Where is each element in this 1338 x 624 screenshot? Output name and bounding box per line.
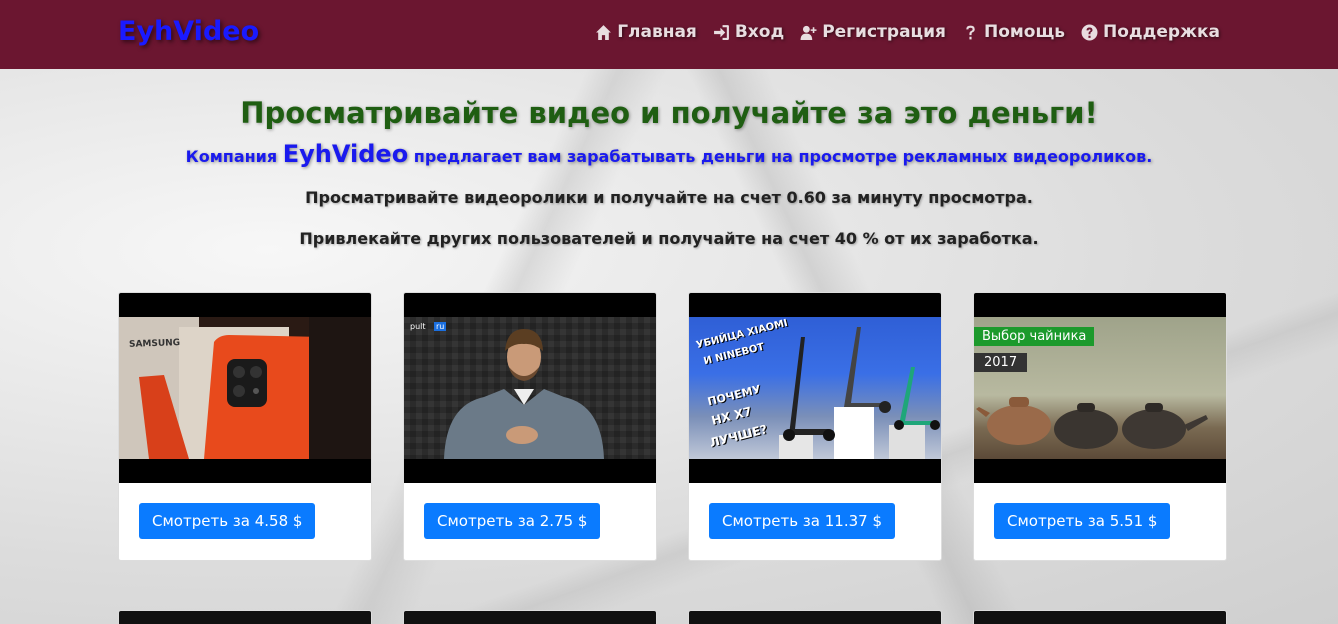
- video-card: [118, 610, 372, 624]
- video-thumbnail: УБИЙЦА XIAOMI И NINEBOT ПОЧЕМУ HX X7 ЛУЧ…: [689, 317, 941, 459]
- watch-video-button[interactable]: Смотреть за 5.51 $: [994, 503, 1171, 539]
- nav-item-login[interactable]: Вход: [713, 22, 784, 42]
- video-card: SAMSUNG Смотреть за 4.58 $: [118, 292, 372, 561]
- nav-item-label: Вход: [734, 22, 785, 42]
- video-grid-row-2: [118, 610, 1227, 624]
- video-player[interactable]: pult ru: [404, 293, 656, 483]
- main-content: Просматривайте видео и получайте за это …: [0, 69, 1338, 624]
- video-card: pult ru Смотреть за 2.75 $: [403, 292, 657, 561]
- thumb-text: SAMSUNG: [128, 338, 181, 350]
- thumb-text: Выбор чайника: [974, 327, 1095, 346]
- company-tagline: Компания EyhVideo предлагает вам зарабат…: [0, 140, 1338, 168]
- video-thumbnail: Выбор чайника 2017: [974, 317, 1226, 459]
- video-card: [688, 610, 942, 624]
- home-icon: [596, 24, 612, 40]
- question-icon: [966, 25, 975, 39]
- navbar: EyhVideo Главная Вход Регистрация Помощь…: [0, 0, 1338, 69]
- video-card: Выбор чайника 2017 Смотреть за 5.51 $: [973, 292, 1227, 561]
- nav-item-home[interactable]: Главная: [595, 22, 697, 42]
- nav-menu: Главная Вход Регистрация Помощь Поддержк…: [595, 22, 1220, 42]
- referral-info: Привлекайте других пользователей и получ…: [299, 229, 1039, 248]
- user-plus-icon: [800, 25, 817, 40]
- earnings-info: Просматривайте видеоролики и получайте н…: [305, 188, 1033, 207]
- tagline-prefix: Компания: [185, 147, 278, 166]
- nav-item-label: Главная: [617, 22, 697, 42]
- watch-video-button[interactable]: Смотреть за 2.75 $: [424, 503, 601, 539]
- nav-item-help[interactable]: Помощь: [962, 22, 1065, 42]
- question-circle-icon: [1081, 24, 1098, 40]
- video-player[interactable]: УБИЙЦА XIAOMI И NINEBOT ПОЧЕМУ HX X7 ЛУЧ…: [689, 293, 941, 483]
- tagline-suffix: предлагает вам зарабатывать деньги на пр…: [413, 147, 1153, 166]
- nav-item-label: Регистрация: [822, 22, 946, 42]
- nav-item-register[interactable]: Регистрация: [800, 22, 946, 42]
- video-player[interactable]: Выбор чайника 2017: [974, 293, 1226, 483]
- watch-video-button[interactable]: Смотреть за 11.37 $: [709, 503, 895, 539]
- nav-item-label: Помощь: [983, 22, 1065, 42]
- video-card: [403, 610, 657, 624]
- video-grid: SAMSUNG Смотреть за 4.58 $ pult ru Смотр…: [118, 292, 1227, 561]
- login-icon: [713, 24, 729, 40]
- page-headline: Просматривайте видео и получайте за это …: [240, 96, 1098, 130]
- watch-video-button[interactable]: Смотреть за 4.58 $: [139, 503, 316, 539]
- thumb-text: ru: [434, 322, 447, 331]
- nav-item-label: Поддержка: [1103, 22, 1220, 42]
- brand-logo[interactable]: EyhVideo: [118, 16, 259, 47]
- video-card: УБИЙЦА XIAOMI И NINEBOT ПОЧЕМУ HX X7 ЛУЧ…: [688, 292, 942, 561]
- tagline-brand: EyhVideo: [282, 140, 409, 168]
- nav-item-support[interactable]: Поддержка: [1081, 22, 1220, 42]
- video-thumbnail: pult ru: [404, 317, 656, 459]
- thumb-text: pult: [410, 322, 426, 331]
- video-thumbnail: SAMSUNG: [119, 317, 371, 459]
- video-card: [973, 610, 1227, 624]
- video-player[interactable]: SAMSUNG: [119, 293, 371, 483]
- thumb-text: 2017: [974, 353, 1028, 372]
